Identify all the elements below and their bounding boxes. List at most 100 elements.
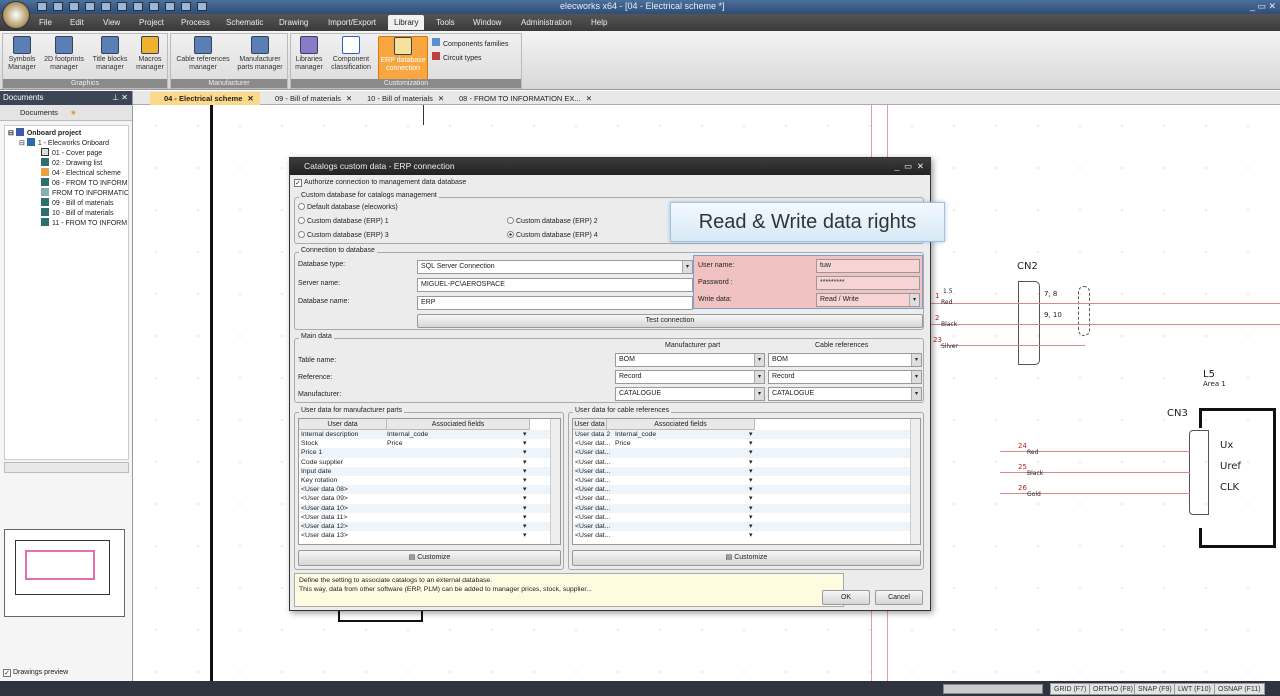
menu-library[interactable]: Library (388, 15, 425, 30)
drawings-preview-checkbox[interactable]: ✓ Drawings preview (3, 669, 68, 677)
close-icon[interactable]: ✕ (438, 94, 444, 103)
grid-row[interactable]: <User dat... ▾ (573, 531, 912, 540)
lwt-toggle[interactable]: LWT (F10) (1174, 683, 1215, 695)
menu-edit[interactable]: Edit (70, 18, 84, 27)
symbols-manager-button[interactable]: Symbols Manager (5, 36, 39, 72)
tree-item[interactable]: 11 - FROM TO INFORM (41, 218, 127, 229)
grid-row[interactable]: <User dat... ▾ (573, 485, 912, 495)
cable-table-select[interactable]: BOM ▾ (768, 353, 922, 367)
grid-row[interactable]: <User data 10> ▾ (299, 503, 552, 513)
associated-field-cell[interactable]: Internal_code (615, 430, 656, 439)
mfr-table-select[interactable]: BOM ▾ (615, 353, 765, 367)
cable-manufacturer-select[interactable]: CATALOGUE ▾ (768, 387, 922, 401)
dropdown-icon[interactable]: ▾ (523, 448, 526, 457)
dropdown-icon[interactable]: ▾ (749, 458, 752, 467)
app-logo[interactable] (2, 1, 30, 29)
component-classification-button[interactable]: Component classification (327, 36, 375, 72)
grid-row[interactable]: <User data 11> ▾ (299, 513, 552, 522)
tab-bill-of-materials-09[interactable]: 09 - Bill of materials ✕ (261, 92, 361, 105)
grid-row[interactable]: Internal description Internal_code ▾ (299, 430, 552, 440)
dropdown-icon[interactable]: ▾ (749, 476, 752, 485)
associated-field-cell[interactable]: Internal_code (387, 430, 428, 439)
grid-row[interactable]: <User dat... ▾ (573, 476, 912, 485)
menu-tools[interactable]: Tools (436, 18, 455, 27)
documents-toolbar[interactable]: Documents ★ (0, 105, 132, 121)
grid-toggle[interactable]: GRID (F7) (1050, 683, 1091, 695)
menu-process[interactable]: Process (181, 18, 210, 27)
write-data-select[interactable]: Read / Write ▾ (816, 293, 920, 307)
horizontal-scrollbar[interactable] (4, 462, 129, 473)
grid-row[interactable]: User data 2 Internal_code ▾ (573, 430, 912, 440)
ortho-toggle[interactable]: ORTHO (F8) (1089, 683, 1137, 695)
cable-references-manager-button[interactable]: Cable references manager (173, 36, 233, 72)
grid-row[interactable]: <User dat... Price ▾ (573, 439, 912, 448)
menu-schematic[interactable]: Schematic (226, 18, 263, 27)
snap-toggle[interactable]: SNAP (F9) (1134, 683, 1176, 695)
grid-row[interactable]: Key rotation ▾ (299, 476, 552, 485)
dropdown-icon[interactable]: ▾ (523, 522, 526, 531)
menu-view[interactable]: View (103, 18, 120, 27)
tab-from-to-information[interactable]: 08 - FROM TO INFORMATION EX... ✕ (445, 92, 595, 105)
window-controls[interactable]: _ ▭ ✕ (1250, 1, 1276, 12)
cancel-button[interactable]: Cancel (875, 590, 923, 605)
tab-bill-of-materials-10[interactable]: 10 - Bill of materials ✕ (353, 92, 453, 105)
grid-row[interactable]: Input date ▾ (299, 466, 552, 476)
tab-electrical-scheme[interactable]: 04 - Electrical scheme ✕ (150, 92, 260, 105)
dropdown-icon[interactable]: ▾ (749, 522, 752, 531)
grid-row[interactable]: <User dat... ▾ (573, 458, 912, 467)
grid-row[interactable]: <User dat... ▾ (573, 522, 912, 532)
dropdown-icon[interactable]: ▾ (749, 485, 752, 494)
mfr-reference-select[interactable]: Record ▾ (615, 370, 765, 384)
database-name-input[interactable]: ERP (417, 296, 693, 310)
radio-erp-4[interactable]: Custom database (ERP) 4 (507, 231, 598, 239)
radio-erp-1[interactable]: Custom database (ERP) 1 (298, 217, 389, 225)
menu-administration[interactable]: Administration (521, 18, 572, 27)
menu-import-export[interactable]: Import/Export (328, 18, 376, 27)
grid-row[interactable]: Price 1 ▾ (299, 448, 552, 458)
close-icon[interactable]: ✕ (247, 94, 253, 103)
dropdown-icon[interactable]: ▾ (523, 504, 526, 513)
close-icon[interactable]: ✕ (586, 94, 592, 103)
associated-field-cell[interactable]: Price (615, 439, 631, 448)
erp-database-connection-button[interactable]: ERP database connection (378, 36, 428, 80)
menu-help[interactable]: Help (591, 18, 607, 27)
dropdown-icon[interactable]: ▾ (749, 513, 752, 522)
mfr-user-data-grid[interactable]: User data Associated fields Internal des… (298, 418, 561, 545)
title-blocks-manager-button[interactable]: Title blocks manager (89, 36, 131, 72)
dropdown-icon[interactable]: ▾ (749, 430, 752, 439)
database-type-select[interactable]: SQL Server Connection ▾ (417, 260, 693, 274)
authorize-checkbox[interactable]: ✓ Authorize connection to management data… (294, 179, 466, 187)
drawing-preview[interactable] (4, 529, 125, 617)
dropdown-icon[interactable]: ▾ (523, 458, 526, 467)
dropdown-icon[interactable]: ▾ (523, 494, 526, 503)
menu-file[interactable]: File (39, 18, 52, 27)
dialog-window-controls[interactable]: _ ▭ ✕ (895, 158, 924, 175)
grid-row[interactable]: <User data 08> ▾ (299, 485, 552, 495)
dropdown-icon[interactable]: ▾ (523, 430, 526, 439)
test-connection-button[interactable]: Test connection (417, 314, 923, 328)
customize-mfr-button[interactable]: ▤ Customize (298, 550, 561, 566)
server-name-input[interactable]: MIGUEL-PC\AEROSPACE (417, 278, 693, 292)
radio-default-database[interactable]: Default database (elecworks) (298, 203, 398, 211)
dropdown-icon[interactable]: ▾ (749, 467, 752, 476)
grid-row[interactable]: <User data 13> ▾ (299, 531, 552, 540)
menu-drawing[interactable]: Drawing (279, 18, 308, 27)
user-name-input[interactable]: tuw (816, 259, 920, 273)
dropdown-icon[interactable]: ▾ (523, 467, 526, 476)
macros-manager-button[interactable]: Macros manager (133, 36, 167, 72)
dropdown-icon[interactable]: ▾ (749, 494, 752, 503)
grid-row[interactable]: <User data 09> ▾ (299, 494, 552, 503)
cable-user-data-grid[interactable]: User data Associated fields User data 2 I… (572, 418, 921, 545)
documents-button[interactable]: Documents (20, 108, 58, 117)
dropdown-icon[interactable]: ▾ (523, 485, 526, 494)
grid-row[interactable]: <User dat... ▾ (573, 448, 912, 458)
password-input[interactable]: ********* (816, 276, 920, 290)
components-families-button[interactable]: Components families (432, 38, 508, 48)
dropdown-icon[interactable]: ▾ (523, 531, 526, 540)
radio-erp-2[interactable]: Custom database (ERP) 2 (507, 217, 598, 225)
grid-row[interactable]: <User dat... ▾ (573, 513, 912, 522)
circuit-types-button[interactable]: Circuit types (432, 52, 482, 62)
dropdown-icon[interactable]: ▾ (523, 439, 526, 448)
mfr-manufacturer-select[interactable]: CATALOGUE ▾ (615, 387, 765, 401)
dropdown-icon[interactable]: ▾ (523, 513, 526, 522)
